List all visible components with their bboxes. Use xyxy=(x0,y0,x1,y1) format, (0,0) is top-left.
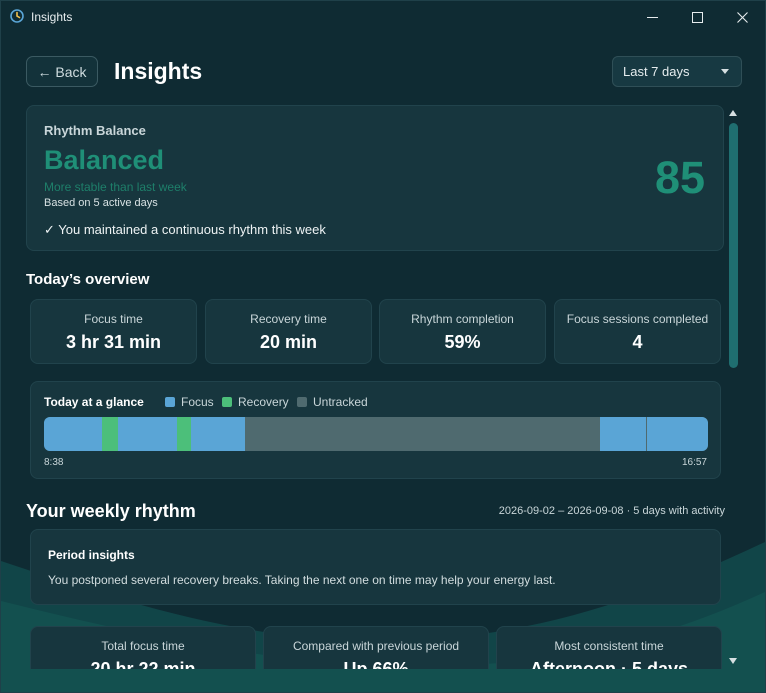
minimize-icon xyxy=(646,16,658,18)
legend-label: Untracked xyxy=(313,395,368,409)
period-insights-card: Period insights You postponed several re… xyxy=(30,529,721,605)
stat-rhythm-completion: Rhythm completion 59% xyxy=(379,299,546,364)
scroll-down-arrow-icon[interactable] xyxy=(729,658,737,664)
stat-focus-sessions: Focus sessions completed 4 xyxy=(554,299,721,364)
legend-swatch xyxy=(297,397,307,407)
timeline-start-time: 8:38 xyxy=(44,457,64,468)
insights-scroll-area[interactable]: Rhythm Balance Balanced More stable than… xyxy=(1,101,725,669)
rhythm-balance-note: ✓ You maintained a continuous rhythm thi… xyxy=(44,222,326,237)
legend-label: Recovery xyxy=(238,395,289,409)
close-button[interactable] xyxy=(719,1,765,33)
stat-recovery-time: Recovery time 20 min xyxy=(205,299,372,364)
stat-value: 59% xyxy=(444,332,481,352)
back-button[interactable]: ← Back xyxy=(26,56,98,87)
rhythm-balance-card: Rhythm Balance Balanced More stable than… xyxy=(26,105,724,251)
glance-title: Today at a glance xyxy=(44,395,144,409)
vertical-scrollbar[interactable] xyxy=(726,105,741,669)
today-at-a-glance-card: Today at a glance Focus Recovery Untrack… xyxy=(30,381,721,479)
period-insights-text: You postponed several recovery breaks. T… xyxy=(48,573,556,587)
period-insights-title: Period insights xyxy=(48,548,135,562)
rhythm-balance-status: Balanced xyxy=(44,145,165,175)
legend-label: Focus xyxy=(181,395,214,409)
stat-label: Focus sessions completed xyxy=(566,312,709,326)
title-bar: Insights xyxy=(1,1,765,33)
legend-focus: Focus xyxy=(165,395,214,409)
summary-consistent-time: Most consistent time Afternoon · 5 days xyxy=(496,626,722,669)
stat-label: Rhythm completion xyxy=(411,312,514,326)
timeline-end-time: 16:57 xyxy=(681,457,707,468)
summary-value: Up 66% xyxy=(343,659,409,669)
summary-total-focus: Total focus time 20 hr 22 min xyxy=(30,626,256,669)
date-range-select[interactable]: Last 7 days xyxy=(612,56,742,87)
timeline-segment-recovery xyxy=(177,417,192,451)
stat-focus-time: Focus time 3 hr 31 min xyxy=(30,299,197,364)
rhythm-balance-trend: More stable than last week xyxy=(44,180,187,194)
legend-untracked: Untracked xyxy=(297,395,368,409)
weekly-date-range: 2026-09-02 – 2026-09-08 · 5 days with ac… xyxy=(498,505,725,517)
page-title: Insights xyxy=(114,58,203,84)
summary-value: 20 hr 22 min xyxy=(90,659,196,669)
timeline-segment-focus xyxy=(117,417,178,451)
weekly-rhythm-title: Your weekly rhythm xyxy=(26,501,196,521)
timeline-segment-untracked xyxy=(245,417,601,451)
chevron-down-icon xyxy=(721,69,729,74)
summary-comparison: Compared with previous period Up 66% xyxy=(263,626,489,669)
stat-label: Recovery time xyxy=(250,312,327,326)
summary-value: Afternoon · 5 days xyxy=(529,659,689,669)
rhythm-balance-score: 85 xyxy=(654,152,705,203)
stat-value: 3 hr 31 min xyxy=(65,332,162,352)
close-icon xyxy=(736,11,748,23)
app-logo-icon xyxy=(10,9,24,23)
minimize-button[interactable] xyxy=(629,1,675,33)
legend-swatch xyxy=(222,397,232,407)
scrollbar-thumb[interactable] xyxy=(729,123,738,368)
window-title: Insights xyxy=(31,10,73,24)
timeline-segment-focus xyxy=(191,417,246,451)
maximize-button[interactable] xyxy=(674,1,720,33)
summary-label: Total focus time xyxy=(101,639,185,653)
timeline-segment-recovery xyxy=(102,417,118,451)
stat-value: 4 xyxy=(632,332,643,352)
legend-recovery: Recovery xyxy=(222,395,289,409)
maximize-icon xyxy=(691,11,703,23)
day-timeline-bar xyxy=(44,417,708,451)
scroll-up-arrow-icon[interactable] xyxy=(729,110,737,116)
timeline-segment-focus xyxy=(600,417,647,451)
summary-label: Compared with previous period xyxy=(292,639,460,653)
rhythm-balance-label: Rhythm Balance xyxy=(44,123,146,138)
rhythm-balance-basis: Based on 5 active days xyxy=(44,197,158,209)
legend-swatch xyxy=(165,397,175,407)
timeline-segment-focus xyxy=(646,417,708,451)
stat-label: Focus time xyxy=(84,312,143,326)
date-range-value: Last 7 days xyxy=(623,64,690,79)
timeline-segment-focus xyxy=(44,417,103,451)
stat-value: 20 min xyxy=(259,332,318,352)
summary-label: Most consistent time xyxy=(554,639,664,653)
app-window: Insights ← Back Insights Last 7 days Rhy… xyxy=(0,0,766,693)
todays-overview-title: Today’s overview xyxy=(26,271,150,288)
